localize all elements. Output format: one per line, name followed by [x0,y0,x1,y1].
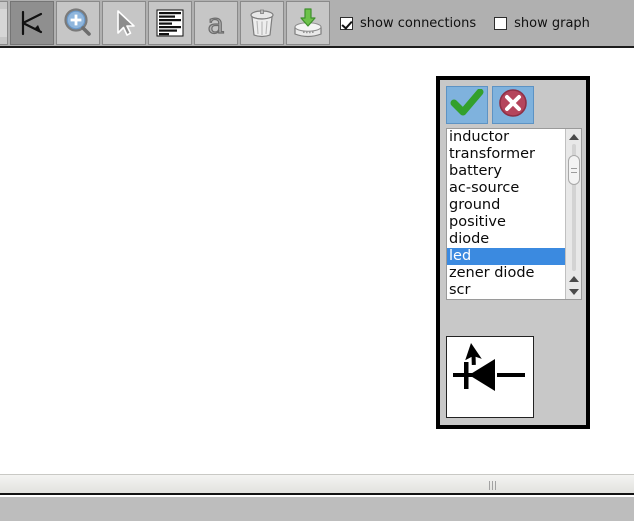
show-graph-checkbox[interactable]: show graph [494,16,590,31]
select-arrow-button[interactable] [102,1,146,45]
save-button[interactable] [286,1,330,45]
delete-button[interactable] [240,1,284,45]
text-tool-button[interactable]: a [194,1,238,45]
list-lines-icon [155,8,185,38]
status-bar [0,497,634,521]
scroll-up-arrow-icon[interactable] [566,130,581,143]
show-graph-label: show graph [514,15,590,31]
list-item[interactable]: zener diode [447,265,565,282]
list-item[interactable]: ac-source [447,180,565,197]
svg-text:a: a [208,7,225,39]
list-item[interactable]: diode [447,231,565,248]
circuit-edit-icon-button[interactable] [0,1,8,45]
list-item[interactable]: scr [447,282,565,299]
main-toolbar: a show connections show graph [0,0,634,48]
toolbar-options: show connections show graph [340,16,634,31]
component-list-items: inductor transformer battery ac-source g… [447,129,565,299]
list-item[interactable]: inductor [447,129,565,146]
text-tool-icon: a [201,7,231,39]
list-item[interactable]: positive [447,214,565,231]
zoom-in-icon [62,7,94,39]
component-preview [446,336,534,418]
show-connections-checkbox[interactable]: show connections [340,16,476,31]
connector-tool-button[interactable] [10,1,54,45]
show-graph-checkbox-box[interactable] [494,16,508,30]
list-item[interactable]: battery [447,163,565,180]
zoom-in-button[interactable] [56,1,100,45]
scrollbar-thumb[interactable] [568,155,580,185]
select-arrow-icon [110,8,138,38]
component-picker-panel: inductor transformer battery ac-source g… [436,76,590,429]
close-circle-icon [497,87,529,123]
netlist-button[interactable] [148,1,192,45]
circuit-edit-icon [0,9,7,37]
led-symbol-icon [447,337,533,417]
list-vertical-scrollbar[interactable] [565,129,581,299]
save-to-disk-icon [292,7,324,39]
show-connections-checkbox-box[interactable] [340,16,353,30]
show-connections-label: show connections [360,15,477,31]
ok-button[interactable] [446,86,488,124]
list-item[interactable]: ground [447,197,565,214]
scroll-up-arrow-bottom-icon[interactable] [566,272,581,285]
list-item[interactable]: transformer [447,146,565,163]
connector-tool-icon [17,8,47,38]
scroll-down-arrow-icon[interactable] [566,285,581,298]
trash-icon [247,7,277,39]
application-window: a show connections show graph inductor t… [0,0,634,521]
scrollbar-grip-icon[interactable] [489,481,496,490]
cancel-button[interactable] [492,86,534,124]
check-icon [450,88,484,121]
horizontal-scrollbar[interactable] [0,474,634,495]
picker-action-buttons [446,86,538,124]
component-list[interactable]: inductor transformer battery ac-source g… [446,128,582,300]
list-item-selected[interactable]: led [447,248,565,265]
